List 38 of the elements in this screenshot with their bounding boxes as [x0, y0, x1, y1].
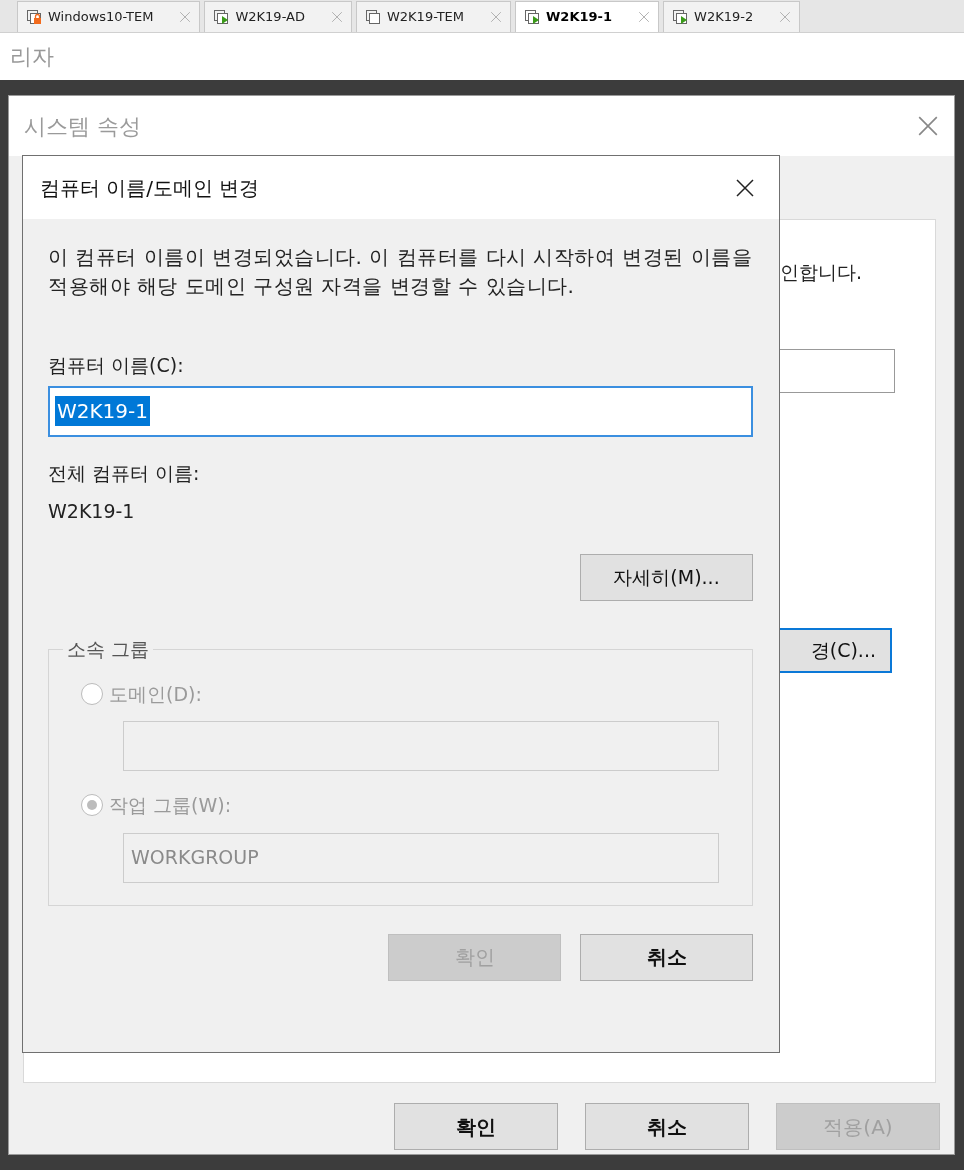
restart-message: 이 컴퓨터 이름이 변경되었습니다. 이 컴퓨터를 다시 시작하여 변경된 이름을 적용해야 해당 도메인 구성원 자격을 변경할 수 있습니다. — [48, 244, 753, 300]
computer-name-field[interactable]: W2K19-1 — [48, 385, 753, 437]
vm-tab[interactable]: Windows10-TEM — [17, 1, 201, 32]
tab-label: W2K19-1 — [546, 8, 614, 27]
tab-close-icon[interactable] — [779, 11, 792, 23]
dialog-title: 컴퓨터 이름/도메인 변경 — [40, 174, 260, 202]
dialog-button[interactable]: 취소 — [580, 933, 753, 981]
vm-icon — [364, 9, 381, 25]
close-icon[interactable] — [735, 177, 755, 198]
vm-tab[interactable]: W2K19-TEM — [355, 1, 512, 32]
radio-label: 도메인(D): — [109, 681, 202, 707]
vm-tab[interactable]: W2K19-1 — [515, 1, 660, 32]
tab-label: W2K19-TEM — [386, 8, 466, 27]
tab-label: W2K19-2 — [694, 8, 755, 27]
description-text: 인합니다. — [780, 260, 863, 285]
vm-play-icon — [524, 9, 541, 25]
vm-lock-icon — [26, 9, 42, 25]
tab-close-icon[interactable] — [330, 11, 343, 23]
vm-tab[interactable]: W2K19-2 — [663, 1, 801, 32]
full-name-label: 전체 컴퓨터 이름: — [48, 460, 201, 486]
selected-text: W2K19-1 — [55, 396, 150, 426]
app-title: 리자 — [10, 43, 54, 71]
tab-close-icon[interactable] — [638, 11, 651, 23]
dialog-button[interactable]: 취소 — [585, 1103, 749, 1150]
vm-play-icon — [672, 9, 689, 25]
vm-play-icon — [213, 9, 230, 25]
window-title: 시스템 속성 — [24, 112, 141, 141]
more-button[interactable]: 자세히(M)... — [580, 553, 753, 601]
field-value: WORKGROUP — [131, 845, 259, 871]
vm-tab[interactable]: W2K19-AD — [204, 1, 352, 32]
dialog-button[interactable]: 확인 — [394, 1103, 558, 1150]
computer-name-label: 컴퓨터 이름(C): — [48, 353, 185, 378]
tab-close-icon[interactable] — [490, 11, 503, 23]
full-name-value: W2K19-1 — [48, 499, 136, 524]
tab-label: Windows10-TEM — [48, 8, 155, 27]
tab-close-icon[interactable] — [179, 11, 192, 23]
tab-label: W2K19-AD — [235, 8, 306, 27]
radio-label: 작업 그룹(W): — [109, 793, 232, 818]
